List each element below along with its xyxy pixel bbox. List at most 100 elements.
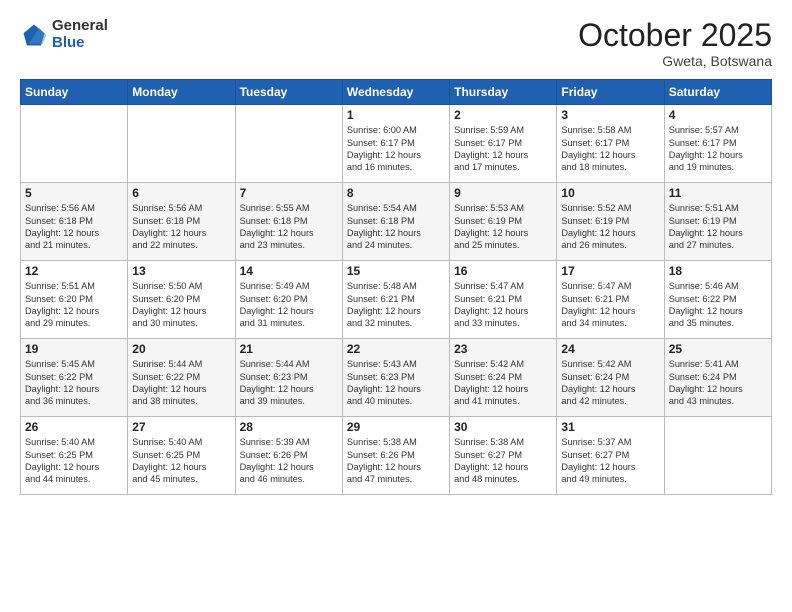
day-info: Sunrise: 5:52 AM Sunset: 6:19 PM Dayligh… <box>561 202 659 252</box>
day-info: Sunrise: 5:54 AM Sunset: 6:18 PM Dayligh… <box>347 202 445 252</box>
day-number: 9 <box>454 186 552 200</box>
day-number: 4 <box>669 108 767 122</box>
day-number: 28 <box>240 420 338 434</box>
calendar-cell: 25 Sunrise: 5:41 AM Sunset: 6:24 PM Dayli… <box>664 339 771 417</box>
calendar-cell <box>21 105 128 183</box>
calendar-cell: 18Sunrise: 5:46 AM Sunset: 6:22 PM Dayli… <box>664 261 771 339</box>
day-info: Sunrise: 5:40 AM Sunset: 6:25 PM Dayligh… <box>25 436 123 486</box>
day-info: Sunrise: 5:38 AM Sunset: 6:26 PM Dayligh… <box>347 436 445 486</box>
day-number: 30 <box>454 420 552 434</box>
logo-general-text: General <box>52 18 108 35</box>
calendar-cell: 29 Sunrise: 5:38 AM Sunset: 6:26 PM Dayli… <box>342 417 449 495</box>
calendar-cell: 6Sunrise: 5:56 AM Sunset: 6:18 PM Daylig… <box>128 183 235 261</box>
calendar-cell: 7Sunrise: 5:55 AM Sunset: 6:18 PM Daylig… <box>235 183 342 261</box>
day-info: Sunrise: 5:42 AM Sunset: 6:24 PM Dayligh… <box>561 358 659 408</box>
day-of-week-wednesday: Wednesday <box>342 80 449 105</box>
day-info: Sunrise: 5:46 AM Sunset: 6:22 PM Dayligh… <box>669 280 767 330</box>
day-number: 23 <box>454 342 552 356</box>
calendar-table: SundayMondayTuesdayWednesdayThursdayFrid… <box>20 79 772 495</box>
page: General Blue October 2025 Gweta, Botswan… <box>0 0 792 612</box>
calendar-week-4: 19 Sunrise: 5:45 AM Sunset: 6:22 PM Dayli… <box>21 339 772 417</box>
day-info: Sunrise: 5:38 AM Sunset: 6:27 PM Dayligh… <box>454 436 552 486</box>
day-info: Sunrise: 5:47 AM Sunset: 6:21 PM Dayligh… <box>561 280 659 330</box>
day-info: Sunrise: 5:42 AM Sunset: 6:24 PM Dayligh… <box>454 358 552 408</box>
day-info: Sunrise: 5:37 AM Sunset: 6:27 PM Dayligh… <box>561 436 659 486</box>
calendar-header-row: SundayMondayTuesdayWednesdayThursdayFrid… <box>21 80 772 105</box>
day-info: Sunrise: 5:44 AM Sunset: 6:23 PM Dayligh… <box>240 358 338 408</box>
day-info: Sunrise: 5:45 AM Sunset: 6:22 PM Dayligh… <box>25 358 123 408</box>
day-number: 19 <box>25 342 123 356</box>
day-number: 25 <box>669 342 767 356</box>
logo-text: General Blue <box>52 18 108 51</box>
day-info: Sunrise: 5:51 AM Sunset: 6:20 PM Dayligh… <box>25 280 123 330</box>
location-subtitle: Gweta, Botswana <box>578 53 772 69</box>
calendar-cell: 16Sunrise: 5:47 AM Sunset: 6:21 PM Dayli… <box>450 261 557 339</box>
calendar-cell: 11 Sunrise: 5:51 AM Sunset: 6:19 PM Dayli… <box>664 183 771 261</box>
logo-icon <box>20 21 48 49</box>
day-number: 16 <box>454 264 552 278</box>
calendar-cell: 4 Sunrise: 5:57 AM Sunset: 6:17 PM Daylig… <box>664 105 771 183</box>
day-number: 26 <box>25 420 123 434</box>
calendar-cell: 14 Sunrise: 5:49 AM Sunset: 6:20 PM Dayli… <box>235 261 342 339</box>
day-info: Sunrise: 5:49 AM Sunset: 6:20 PM Dayligh… <box>240 280 338 330</box>
day-number: 6 <box>132 186 230 200</box>
day-of-week-thursday: Thursday <box>450 80 557 105</box>
day-info: Sunrise: 5:50 AM Sunset: 6:20 PM Dayligh… <box>132 280 230 330</box>
day-info: Sunrise: 5:59 AM Sunset: 6:17 PM Dayligh… <box>454 124 552 174</box>
calendar-cell: 1Sunrise: 6:00 AM Sunset: 6:17 PM Daylig… <box>342 105 449 183</box>
calendar-week-1: 1Sunrise: 6:00 AM Sunset: 6:17 PM Daylig… <box>21 105 772 183</box>
day-number: 11 <box>669 186 767 200</box>
day-info: Sunrise: 5:48 AM Sunset: 6:21 PM Dayligh… <box>347 280 445 330</box>
logo-blue-text: Blue <box>52 35 108 52</box>
calendar-cell: 10 Sunrise: 5:52 AM Sunset: 6:19 PM Dayli… <box>557 183 664 261</box>
logo: General Blue <box>20 18 108 51</box>
calendar-cell: 8 Sunrise: 5:54 AM Sunset: 6:18 PM Daylig… <box>342 183 449 261</box>
day-of-week-sunday: Sunday <box>21 80 128 105</box>
day-info: Sunrise: 5:41 AM Sunset: 6:24 PM Dayligh… <box>669 358 767 408</box>
calendar-cell: 3 Sunrise: 5:58 AM Sunset: 6:17 PM Daylig… <box>557 105 664 183</box>
day-number: 3 <box>561 108 659 122</box>
day-number: 22 <box>347 342 445 356</box>
day-number: 2 <box>454 108 552 122</box>
day-number: 5 <box>25 186 123 200</box>
day-info: Sunrise: 6:00 AM Sunset: 6:17 PM Dayligh… <box>347 124 445 174</box>
day-of-week-saturday: Saturday <box>664 80 771 105</box>
month-title: October 2025 <box>578 18 772 53</box>
day-info: Sunrise: 5:44 AM Sunset: 6:22 PM Dayligh… <box>132 358 230 408</box>
day-number: 7 <box>240 186 338 200</box>
calendar-cell: 20Sunrise: 5:44 AM Sunset: 6:22 PM Dayli… <box>128 339 235 417</box>
day-number: 27 <box>132 420 230 434</box>
calendar-cell: 15 Sunrise: 5:48 AM Sunset: 6:21 PM Dayli… <box>342 261 449 339</box>
day-info: Sunrise: 5:57 AM Sunset: 6:17 PM Dayligh… <box>669 124 767 174</box>
calendar-cell: 26 Sunrise: 5:40 AM Sunset: 6:25 PM Dayli… <box>21 417 128 495</box>
day-of-week-monday: Monday <box>128 80 235 105</box>
day-number: 8 <box>347 186 445 200</box>
calendar-cell: 27 Sunrise: 5:40 AM Sunset: 6:25 PM Dayli… <box>128 417 235 495</box>
calendar-cell: 31Sunrise: 5:37 AM Sunset: 6:27 PM Dayli… <box>557 417 664 495</box>
day-info: Sunrise: 5:43 AM Sunset: 6:23 PM Dayligh… <box>347 358 445 408</box>
calendar-cell: 2 Sunrise: 5:59 AM Sunset: 6:17 PM Daylig… <box>450 105 557 183</box>
day-number: 24 <box>561 342 659 356</box>
calendar-week-5: 26 Sunrise: 5:40 AM Sunset: 6:25 PM Dayli… <box>21 417 772 495</box>
day-number: 21 <box>240 342 338 356</box>
calendar-cell: 22 Sunrise: 5:43 AM Sunset: 6:23 PM Dayli… <box>342 339 449 417</box>
calendar-cell: 24 Sunrise: 5:42 AM Sunset: 6:24 PM Dayli… <box>557 339 664 417</box>
calendar-cell: 30 Sunrise: 5:38 AM Sunset: 6:27 PM Dayli… <box>450 417 557 495</box>
day-info: Sunrise: 5:58 AM Sunset: 6:17 PM Dayligh… <box>561 124 659 174</box>
header: General Blue October 2025 Gweta, Botswan… <box>20 18 772 69</box>
calendar-cell: 12Sunrise: 5:51 AM Sunset: 6:20 PM Dayli… <box>21 261 128 339</box>
day-number: 14 <box>240 264 338 278</box>
calendar-cell: 19 Sunrise: 5:45 AM Sunset: 6:22 PM Dayli… <box>21 339 128 417</box>
day-of-week-friday: Friday <box>557 80 664 105</box>
day-info: Sunrise: 5:51 AM Sunset: 6:19 PM Dayligh… <box>669 202 767 252</box>
day-info: Sunrise: 5:53 AM Sunset: 6:19 PM Dayligh… <box>454 202 552 252</box>
calendar-cell: 28Sunrise: 5:39 AM Sunset: 6:26 PM Dayli… <box>235 417 342 495</box>
title-area: October 2025 Gweta, Botswana <box>578 18 772 69</box>
calendar-cell: 23 Sunrise: 5:42 AM Sunset: 6:24 PM Dayli… <box>450 339 557 417</box>
day-number: 10 <box>561 186 659 200</box>
day-number: 29 <box>347 420 445 434</box>
day-info: Sunrise: 5:40 AM Sunset: 6:25 PM Dayligh… <box>132 436 230 486</box>
day-number: 15 <box>347 264 445 278</box>
calendar-cell <box>128 105 235 183</box>
day-number: 17 <box>561 264 659 278</box>
